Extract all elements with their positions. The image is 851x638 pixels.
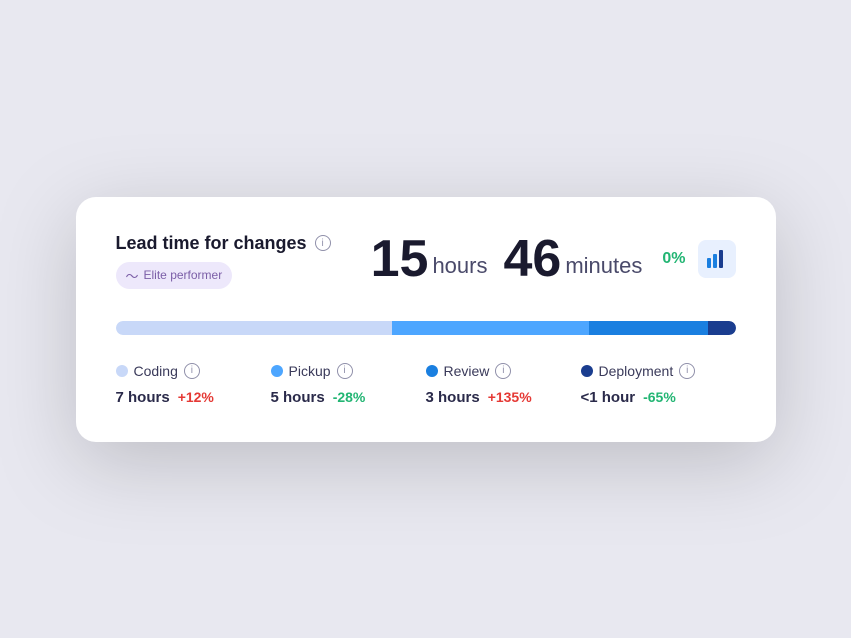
dot-pickup — [271, 365, 283, 377]
legend-stats-review: 3 hours +135% — [426, 389, 581, 406]
deployment-info-icon[interactable]: i — [679, 363, 695, 379]
legend-stats-deployment: <1 hour -65% — [581, 389, 736, 406]
header-row: Lead time for changes i 〜 Elite performe… — [116, 233, 736, 289]
review-info-icon[interactable]: i — [495, 363, 511, 379]
pickup-pct: -28% — [333, 389, 366, 405]
badge-icon: 〜 — [126, 266, 139, 285]
legend-item-deployment: Deployment i <1 hour -65% — [581, 363, 736, 406]
title-info-icon[interactable]: i — [315, 235, 331, 251]
title-line: Lead time for changes i — [116, 233, 331, 254]
deployment-pct: -65% — [643, 389, 676, 405]
overall-pct: 0% — [662, 250, 685, 268]
hours-value: 15 — [371, 233, 429, 285]
dot-deployment — [581, 365, 593, 377]
elite-performer-badge: 〜 Elite performer — [116, 262, 233, 289]
dot-coding — [116, 365, 128, 377]
legend-stats-coding: 7 hours +12% — [116, 389, 271, 406]
legend-row: Coding i 7 hours +12% Pickup i 5 hours -… — [116, 363, 736, 406]
coding-hours: 7 hours — [116, 389, 170, 406]
segment-coding — [116, 321, 392, 335]
legend-label-pickup: Pickup i — [271, 363, 426, 379]
legend-item-pickup: Pickup i 5 hours -28% — [271, 363, 426, 406]
legend-label-coding: Coding i — [116, 363, 271, 379]
dot-review — [426, 365, 438, 377]
coding-info-icon[interactable]: i — [184, 363, 200, 379]
deployment-hours: <1 hour — [581, 389, 636, 406]
legend-stats-pickup: 5 hours -28% — [271, 389, 426, 406]
card-title: Lead time for changes — [116, 233, 307, 254]
chart-view-button[interactable] — [698, 240, 736, 278]
legend-text-coding: Coding — [134, 363, 178, 379]
badge-label: Elite performer — [144, 268, 223, 282]
lead-time-card: Lead time for changes i 〜 Elite performe… — [76, 197, 776, 442]
metrics-area: 15 hours 46 minutes 0% — [371, 233, 736, 285]
minutes-label: minutes — [565, 253, 642, 279]
bar-chart-icon — [707, 250, 727, 268]
minutes-value: 46 — [503, 233, 561, 285]
review-hours: 3 hours — [426, 389, 480, 406]
progress-section — [116, 321, 736, 335]
legend-text-review: Review — [444, 363, 490, 379]
pickup-info-icon[interactable]: i — [337, 363, 353, 379]
progress-bar — [116, 321, 736, 335]
review-pct: +135% — [488, 389, 532, 405]
legend-text-deployment: Deployment — [599, 363, 674, 379]
hours-label: hours — [432, 253, 487, 279]
segment-pickup — [392, 321, 589, 335]
legend-item-coding: Coding i 7 hours +12% — [116, 363, 271, 406]
segment-deployment — [708, 321, 736, 335]
title-section: Lead time for changes i 〜 Elite performe… — [116, 233, 331, 289]
legend-label-deployment: Deployment i — [581, 363, 736, 379]
pickup-hours: 5 hours — [271, 389, 325, 406]
legend-label-review: Review i — [426, 363, 581, 379]
legend-item-review: Review i 3 hours +135% — [426, 363, 581, 406]
coding-pct: +12% — [178, 389, 214, 405]
legend-text-pickup: Pickup — [289, 363, 331, 379]
segment-review — [589, 321, 707, 335]
